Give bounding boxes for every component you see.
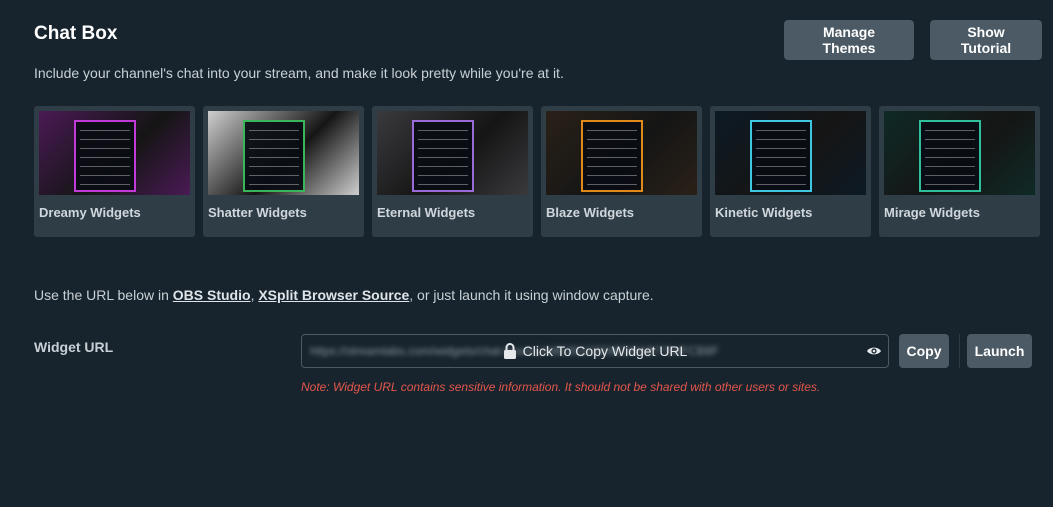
- copy-url-text: Click To Copy Widget URL: [522, 343, 688, 359]
- chat-box-page: Chat Box Include your channel's chat int…: [0, 0, 1053, 507]
- theme-label: Mirage Widgets: [884, 205, 980, 220]
- theme-thumbnail: [715, 111, 866, 195]
- manage-themes-button[interactable]: Manage Themes: [784, 20, 914, 60]
- eye-icon[interactable]: [866, 344, 882, 358]
- page-subtitle: Include your channel's chat into your st…: [34, 65, 564, 81]
- url-instructions-suffix: , or just launch it using window capture…: [409, 287, 654, 303]
- lock-icon: [503, 343, 516, 359]
- theme-label: Eternal Widgets: [377, 205, 476, 220]
- theme-label: Shatter Widgets: [208, 205, 307, 220]
- theme-card-blaze[interactable]: Blaze Widgets: [541, 106, 702, 237]
- button-divider: [959, 334, 960, 368]
- obs-studio-link[interactable]: OBS Studio: [173, 287, 251, 303]
- theme-card-kinetic[interactable]: Kinetic Widgets: [710, 106, 871, 237]
- copy-button[interactable]: Copy: [899, 334, 949, 368]
- widget-url-field[interactable]: https://streamlabs.com/widgets/chat-box/…: [301, 334, 889, 368]
- show-tutorial-button[interactable]: Show Tutorial: [930, 20, 1042, 60]
- theme-card-dreamy[interactable]: Dreamy Widgets: [34, 106, 195, 237]
- theme-thumbnail: [39, 111, 190, 195]
- theme-gallery: Dreamy Widgets Shatter Widgets Eternal W…: [34, 106, 1040, 237]
- theme-card-eternal[interactable]: Eternal Widgets: [372, 106, 533, 237]
- theme-thumbnail: [884, 111, 1035, 195]
- theme-label: Kinetic Widgets: [715, 205, 813, 220]
- theme-label: Dreamy Widgets: [39, 205, 141, 220]
- copy-url-overlay[interactable]: Click To Copy Widget URL: [302, 335, 888, 367]
- url-instructions-prefix: Use the URL below in: [34, 287, 173, 303]
- theme-card-shatter[interactable]: Shatter Widgets: [203, 106, 364, 237]
- xsplit-link[interactable]: XSplit Browser Source: [258, 287, 409, 303]
- theme-card-mirage[interactable]: Mirage Widgets: [879, 106, 1040, 237]
- widget-url-label: Widget URL: [34, 339, 114, 355]
- page-title: Chat Box: [34, 23, 118, 44]
- theme-thumbnail: [377, 111, 528, 195]
- launch-button[interactable]: Launch: [967, 334, 1032, 368]
- sensitive-url-note: Note: Widget URL contains sensitive info…: [301, 380, 821, 394]
- theme-thumbnail: [208, 111, 359, 195]
- theme-label: Blaze Widgets: [546, 205, 635, 220]
- theme-thumbnail: [546, 111, 697, 195]
- url-instructions: Use the URL below in OBS Studio, XSplit …: [34, 287, 654, 303]
